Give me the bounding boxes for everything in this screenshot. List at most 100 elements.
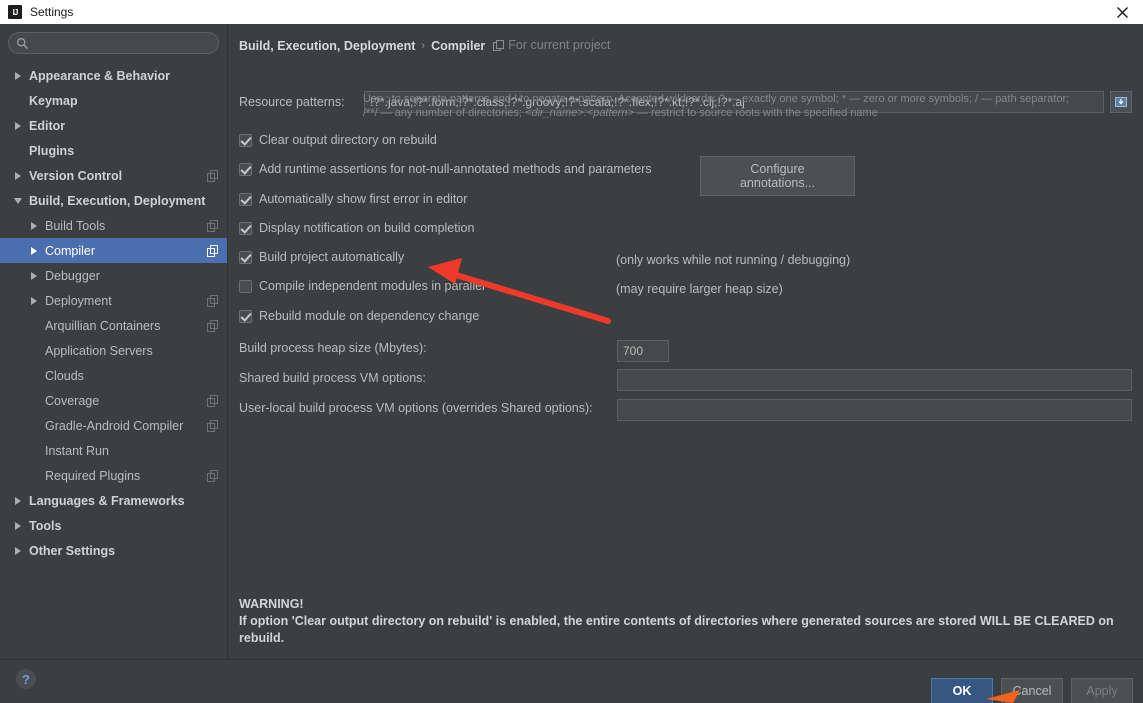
sidebar-item-required-plugins[interactable]: Required Plugins bbox=[0, 463, 227, 488]
sidebar-item-label: Required Plugins bbox=[44, 469, 140, 483]
checkbox-box[interactable] bbox=[239, 163, 252, 176]
breadcrumb-separator: › bbox=[421, 40, 425, 52]
checkbox-display-notification[interactable]: Display notification on build completion bbox=[239, 221, 474, 235]
breadcrumb-parent[interactable]: Build, Execution, Deployment bbox=[239, 39, 415, 53]
hint-line-1: Use ; to separate patterns and ! to nega… bbox=[363, 92, 1138, 106]
sidebar-item-label: Tools bbox=[28, 519, 61, 533]
warning-body: If option 'Clear output directory on reb… bbox=[239, 613, 1134, 647]
search-box[interactable] bbox=[8, 32, 219, 54]
apply-button[interactable]: Apply bbox=[1071, 678, 1133, 703]
sidebar-item-appearance-behavior[interactable]: Appearance & Behavior bbox=[0, 63, 227, 88]
checkbox-build-project-automatically[interactable]: Build project automatically bbox=[239, 250, 404, 264]
settings-sidebar: Appearance & Behavior Keymap Editor Plugins… bbox=[0, 24, 228, 659]
shared-vm-options-input[interactable] bbox=[617, 369, 1132, 391]
sidebar-item-instant-run[interactable]: Instant Run bbox=[0, 438, 227, 463]
checkbox-box[interactable] bbox=[239, 193, 252, 206]
sidebar-item-label: Appearance & Behavior bbox=[28, 69, 170, 83]
chevron-right-icon[interactable] bbox=[28, 245, 39, 256]
sidebar-item-label: Gradle-Android Compiler bbox=[44, 419, 183, 433]
sidebar-item-build-tools[interactable]: Build Tools bbox=[0, 213, 227, 238]
configure-annotations-button[interactable]: Configure annotations... bbox=[700, 156, 855, 196]
hint-line-2b: <dir_name>:<pattern> bbox=[525, 107, 634, 119]
user-local-vm-options-label: User-local build process VM options (ove… bbox=[239, 401, 593, 415]
sidebar-item-label: Plugins bbox=[28, 144, 74, 158]
checkbox-box[interactable] bbox=[239, 251, 252, 264]
project-scope-icon bbox=[207, 170, 219, 182]
sidebar-item-label: Clouds bbox=[44, 369, 84, 383]
sidebar-item-debugger[interactable]: Debugger bbox=[0, 263, 227, 288]
checkbox-box[interactable] bbox=[239, 222, 252, 235]
sidebar-item-label: Languages & Frameworks bbox=[28, 494, 185, 508]
sidebar-item-keymap[interactable]: Keymap bbox=[0, 88, 227, 113]
title-bar: IJ Settings bbox=[0, 0, 1143, 24]
help-icon[interactable]: ? bbox=[16, 669, 36, 689]
sidebar-item-version-control[interactable]: Version Control bbox=[0, 163, 227, 188]
sidebar-item-label: Arquillian Containers bbox=[44, 319, 160, 333]
search-input[interactable] bbox=[29, 36, 218, 50]
checkbox-label: Clear output directory on rebuild bbox=[259, 133, 437, 147]
chevron-right-icon[interactable] bbox=[12, 520, 23, 531]
scope-note-label: For current project bbox=[508, 38, 610, 52]
chevron-down-icon[interactable] bbox=[12, 195, 23, 206]
chevron-right-icon[interactable] bbox=[12, 545, 23, 556]
checkbox-box[interactable] bbox=[239, 280, 252, 293]
sidebar-item-deployment[interactable]: Deployment bbox=[0, 288, 227, 313]
checkbox-label: Build project automatically bbox=[259, 250, 404, 264]
checkbox-show-first-error[interactable]: Automatically show first error in editor bbox=[239, 192, 467, 206]
project-scope-icon bbox=[207, 420, 219, 432]
sidebar-item-plugins[interactable]: Plugins bbox=[0, 138, 227, 163]
sidebar-item-label: Keymap bbox=[28, 94, 78, 108]
heap-size-label: Build process heap size (Mbytes): bbox=[239, 341, 427, 355]
chevron-right-icon[interactable] bbox=[12, 170, 23, 181]
checkbox-compile-modules-parallel[interactable]: Compile independent modules in parallel bbox=[239, 279, 485, 293]
sidebar-item-editor[interactable]: Editor bbox=[0, 113, 227, 138]
sidebar-item-other-settings[interactable]: Other Settings bbox=[0, 538, 227, 563]
chevron-right-icon[interactable] bbox=[12, 120, 23, 131]
shared-vm-options-label: Shared build process VM options: bbox=[239, 371, 426, 385]
heap-size-input[interactable] bbox=[617, 340, 669, 362]
ok-button[interactable]: OK bbox=[931, 678, 993, 703]
sidebar-item-label: Compiler bbox=[44, 244, 95, 258]
warning-title: WARNING! bbox=[239, 596, 1134, 613]
resource-patterns-label: Resource patterns: bbox=[239, 95, 351, 109]
chevron-right-icon[interactable] bbox=[28, 220, 39, 231]
project-scope-icon bbox=[493, 40, 504, 54]
sidebar-item-languages-frameworks[interactable]: Languages & Frameworks bbox=[0, 488, 227, 513]
note-parallel-heap: (may require larger heap size) bbox=[616, 282, 783, 296]
checkbox-label: Display notification on build completion bbox=[259, 221, 474, 235]
window-title: Settings bbox=[30, 5, 73, 19]
sidebar-item-arquillian-containers[interactable]: Arquillian Containers bbox=[0, 313, 227, 338]
user-local-vm-options-row: User-local build process VM options (ove… bbox=[239, 401, 593, 415]
checkbox-rebuild-on-dependency-change[interactable]: Rebuild module on dependency change bbox=[239, 309, 479, 323]
chevron-right-icon[interactable] bbox=[12, 70, 23, 81]
checkbox-add-runtime-assertions[interactable]: Add runtime assertions for not-null-anno… bbox=[239, 162, 652, 176]
scope-note: For current project bbox=[493, 38, 610, 54]
project-scope-icon bbox=[207, 245, 219, 257]
chevron-right-icon[interactable] bbox=[28, 270, 39, 281]
sidebar-item-build-execution-deployment[interactable]: Build, Execution, Deployment bbox=[0, 188, 227, 213]
sidebar-item-compiler[interactable]: Compiler bbox=[0, 238, 227, 263]
close-icon[interactable] bbox=[1101, 0, 1143, 24]
breadcrumb-current: Compiler bbox=[431, 39, 485, 53]
sidebar-item-clouds[interactable]: Clouds bbox=[0, 363, 227, 388]
checkbox-box[interactable] bbox=[239, 134, 252, 147]
sidebar-item-gradle-android-compiler[interactable]: Gradle-Android Compiler bbox=[0, 413, 227, 438]
sidebar-item-coverage[interactable]: Coverage bbox=[0, 388, 227, 413]
checkbox-clear-output-directory[interactable]: Clear output directory on rebuild bbox=[239, 133, 437, 147]
checkbox-label: Add runtime assertions for not-null-anno… bbox=[259, 162, 652, 176]
project-scope-icon bbox=[207, 395, 219, 407]
search-icon bbox=[16, 37, 29, 50]
chevron-right-icon[interactable] bbox=[28, 295, 39, 306]
project-scope-icon bbox=[207, 470, 219, 482]
sidebar-item-label: Build, Execution, Deployment bbox=[28, 194, 205, 208]
sidebar-item-label: Instant Run bbox=[44, 444, 109, 458]
sidebar-item-application-servers[interactable]: Application Servers bbox=[0, 338, 227, 363]
chevron-right-icon[interactable] bbox=[12, 495, 23, 506]
checkbox-box[interactable] bbox=[239, 310, 252, 323]
cancel-button[interactable]: Cancel bbox=[1001, 678, 1063, 703]
user-local-vm-options-input[interactable] bbox=[617, 399, 1132, 421]
hint-line-2c: — restrict to source roots with the spec… bbox=[637, 107, 878, 119]
checkbox-label: Rebuild module on dependency change bbox=[259, 309, 479, 323]
sidebar-item-tools[interactable]: Tools bbox=[0, 513, 227, 538]
heap-size-row: Build process heap size (Mbytes): bbox=[239, 341, 427, 355]
